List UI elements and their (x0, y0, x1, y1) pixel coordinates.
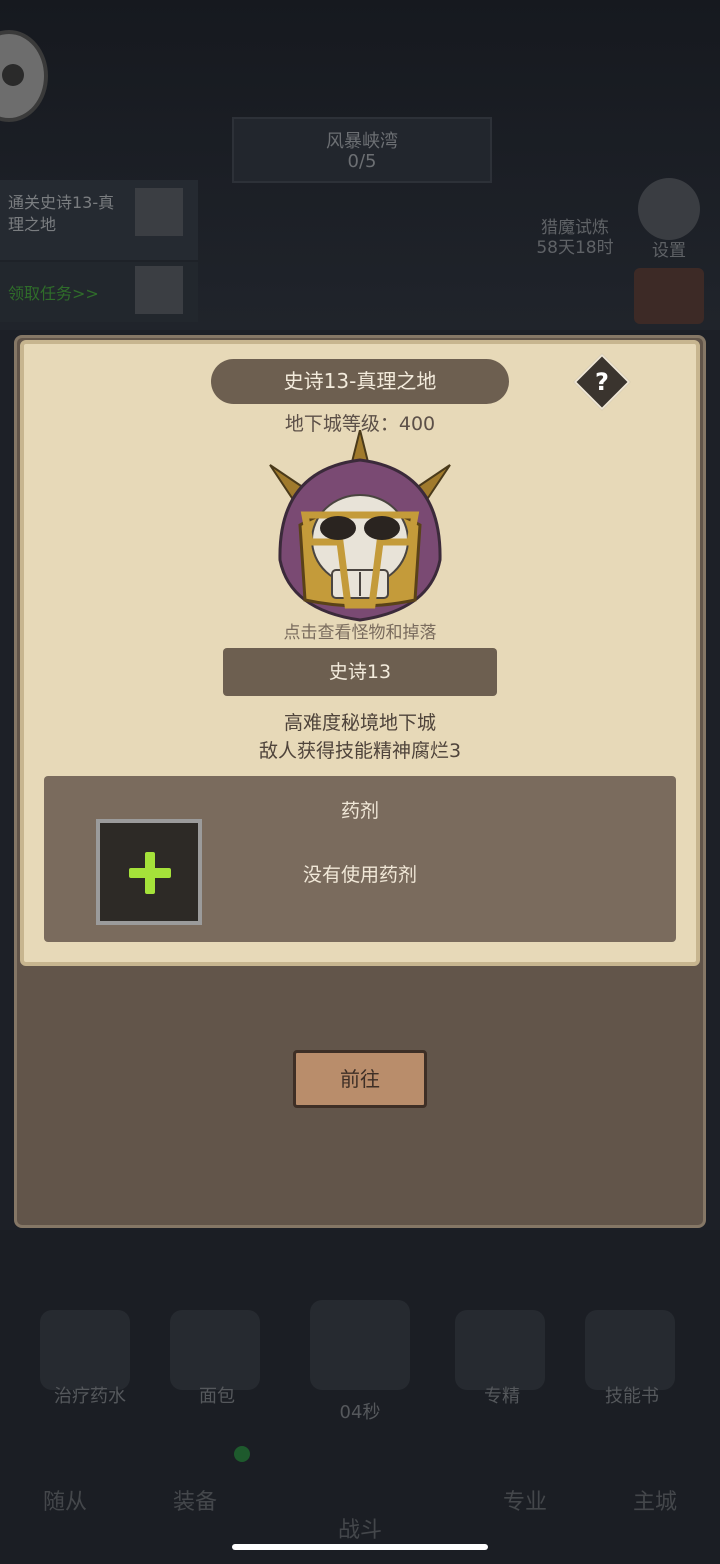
hunt-event-timer: 58天18时 (536, 238, 614, 258)
quest-progress: 0/5 (347, 151, 377, 172)
hunt-event-label: 猎魔试炼 (541, 218, 609, 238)
tab-equipment[interactable]: 装备 (150, 1484, 240, 1516)
dungeon-description: 高难度秘境地下城 (283, 712, 436, 734)
mastery-item-icon[interactable] (455, 1310, 545, 1390)
task2-text: 领取任务>> (8, 284, 99, 303)
potion-item-icon[interactable] (40, 1310, 130, 1390)
settings-icon[interactable] (638, 178, 700, 240)
settings-label: 设置 (652, 241, 686, 261)
home-indicator (232, 1544, 488, 1550)
go-button[interactable]: 前往 (293, 1050, 427, 1108)
dungeon-title: 史诗13-真理之地 (211, 359, 509, 404)
item-label: 专精 (484, 1386, 520, 1407)
skillbook-item-icon[interactable] (585, 1310, 675, 1390)
difficulty-label: 史诗13 (223, 648, 497, 696)
tab-battle[interactable]: 战斗 (315, 1512, 405, 1544)
task-icon (135, 188, 183, 236)
plus-icon-vertical[interactable] (145, 852, 155, 894)
bread-item-icon[interactable] (170, 1310, 260, 1390)
potion-status: 没有使用药剂 (302, 864, 417, 886)
dungeon-modifier: 敌人获得技能精神腐烂3 (258, 740, 462, 762)
task-text: 通关史诗13-真理之地 (8, 193, 115, 234)
timer-icon[interactable] (310, 1300, 410, 1390)
item-label: 技能书 (605, 1386, 659, 1407)
quest-box[interactable]: 风暴峡湾 0/5 (232, 117, 492, 183)
hunt-event[interactable]: 猎魔试炼 58天18时 (530, 218, 620, 258)
item-label: 04秒 (339, 1402, 381, 1423)
skull-helmet-icon[interactable] (260, 430, 460, 625)
tab-followers[interactable]: 随从 (20, 1484, 110, 1516)
notification-dot (234, 1446, 250, 1462)
task2-icon (135, 266, 183, 314)
tab-profession[interactable]: 专业 (480, 1484, 570, 1516)
monster-hint[interactable]: 点击查看怪物和掉落 (200, 618, 520, 643)
item-label: 治疗药水 (54, 1386, 126, 1407)
tab-main-city[interactable]: 主城 (610, 1484, 700, 1516)
chest-icon[interactable] (634, 268, 704, 324)
item-label: 面包 (199, 1386, 235, 1407)
quest-title: 风暴峡湾 (326, 131, 398, 152)
help-icon[interactable]: ? (582, 362, 622, 402)
potion-title: 药剂 (340, 800, 379, 822)
